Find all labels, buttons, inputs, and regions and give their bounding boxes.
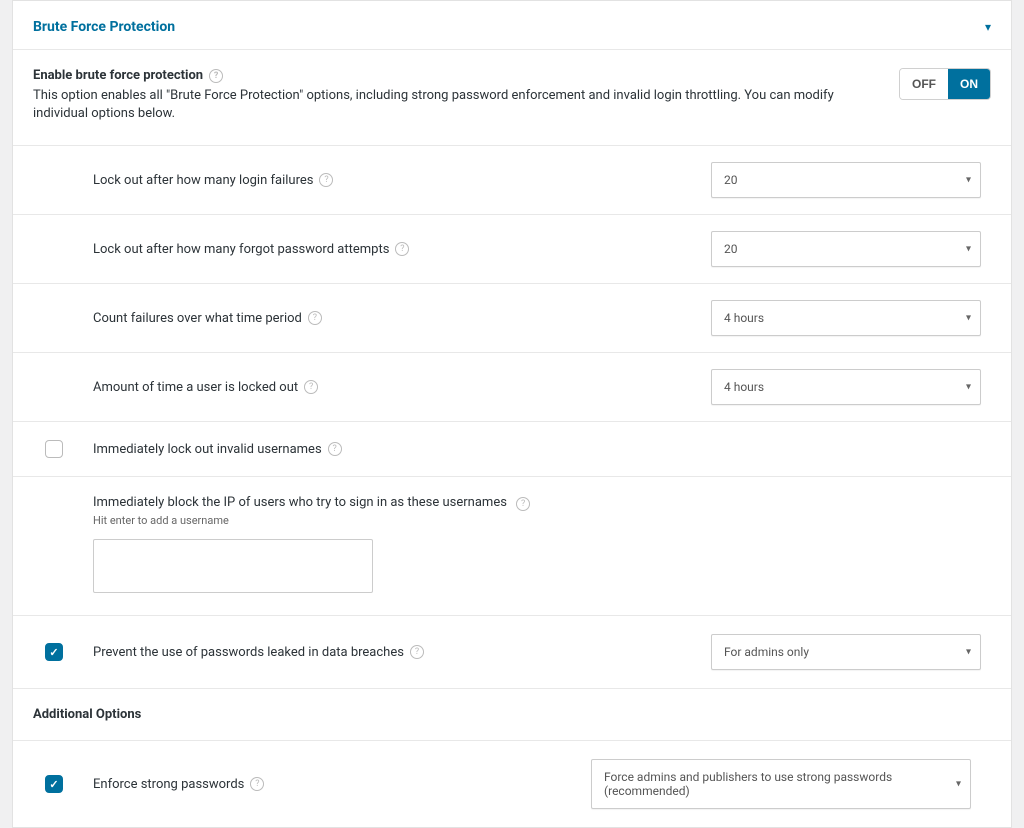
- leaked-pw-row: Prevent the use of passwords leaked in d…: [13, 615, 1011, 688]
- help-icon[interactable]: ?: [250, 777, 264, 791]
- enable-desc: This option enables all "Brute Force Pro…: [33, 87, 879, 123]
- strong-pw-select[interactable]: Force admins and publishers to use stron…: [591, 759, 971, 809]
- lockout-time-select[interactable]: 4 hours: [711, 369, 981, 405]
- strong-pw-checkbox[interactable]: [45, 775, 63, 793]
- help-icon[interactable]: ?: [395, 242, 409, 256]
- help-icon[interactable]: ?: [410, 645, 424, 659]
- count-period-label: Count failures over what time period: [93, 311, 302, 326]
- enable-title: Enable brute force protection: [33, 68, 203, 83]
- enable-toggle[interactable]: OFF ON: [899, 68, 991, 100]
- help-icon[interactable]: ?: [209, 69, 223, 83]
- login-failures-row: Lock out after how many login failures ?…: [13, 145, 1011, 214]
- invalid-usernames-row: Immediately lock out invalid usernames ?: [13, 421, 1011, 476]
- invalid-usernames-label: Immediately lock out invalid usernames: [93, 442, 322, 457]
- block-ip-hint: Hit enter to add a username: [93, 514, 991, 527]
- block-ip-input[interactable]: [93, 539, 373, 593]
- login-failures-label: Lock out after how many login failures: [93, 173, 313, 188]
- help-icon[interactable]: ?: [304, 380, 318, 394]
- block-ip-label: Immediately block the IP of users who tr…: [93, 495, 507, 510]
- help-icon[interactable]: ?: [328, 442, 342, 456]
- panel-header[interactable]: Brute Force Protection ▾: [13, 1, 1011, 49]
- strong-pw-row: Enforce strong passwords ? Force admins …: [13, 740, 1011, 827]
- forgot-attempts-select[interactable]: 20: [711, 231, 981, 267]
- toggle-off-button[interactable]: OFF: [900, 69, 948, 99]
- invalid-usernames-checkbox[interactable]: [45, 440, 63, 458]
- leaked-pw-checkbox[interactable]: [45, 643, 63, 661]
- strong-pw-label: Enforce strong passwords: [93, 777, 244, 792]
- leaked-pw-label: Prevent the use of passwords leaked in d…: [93, 645, 404, 660]
- help-icon[interactable]: ?: [308, 311, 322, 325]
- brute-force-panel: Brute Force Protection ▾ Enable brute fo…: [12, 0, 1012, 828]
- leaked-pw-select[interactable]: For admins only: [711, 634, 981, 670]
- lockout-time-label: Amount of time a user is locked out: [93, 380, 298, 395]
- forgot-attempts-row: Lock out after how many forgot password …: [13, 214, 1011, 283]
- count-period-row: Count failures over what time period ? 4…: [13, 283, 1011, 352]
- enable-text: Enable brute force protection ? This opt…: [33, 68, 899, 123]
- caret-down-icon: ▾: [985, 20, 991, 34]
- forgot-attempts-label: Lock out after how many forgot password …: [93, 242, 389, 257]
- count-period-select[interactable]: 4 hours: [711, 300, 981, 336]
- enable-row: Enable brute force protection ? This opt…: [13, 49, 1011, 145]
- toggle-on-button[interactable]: ON: [948, 69, 990, 99]
- additional-options-heading: Additional Options: [13, 688, 1011, 740]
- help-icon[interactable]: ?: [516, 497, 530, 511]
- panel-title: Brute Force Protection: [33, 19, 175, 35]
- block-ip-row: Immediately block the IP of users who tr…: [13, 476, 1011, 615]
- help-icon[interactable]: ?: [319, 173, 333, 187]
- login-failures-select[interactable]: 20: [711, 162, 981, 198]
- lockout-time-row: Amount of time a user is locked out ? 4 …: [13, 352, 1011, 421]
